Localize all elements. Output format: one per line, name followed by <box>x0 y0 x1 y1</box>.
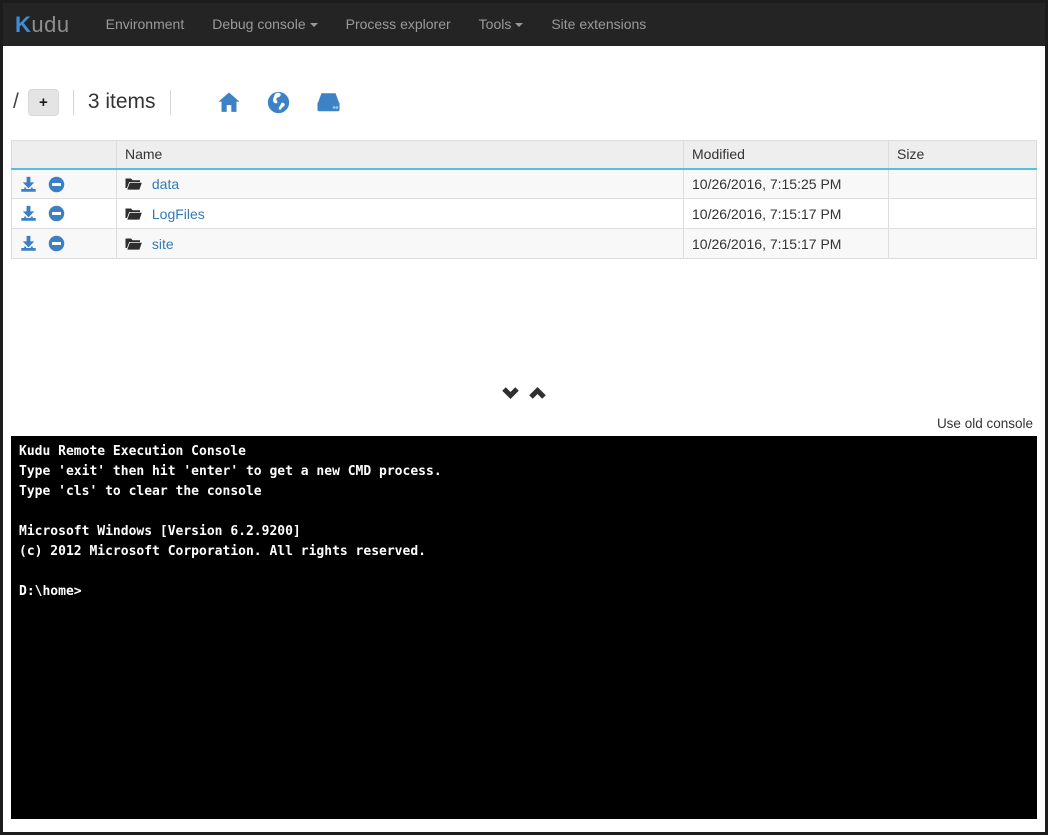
nav-item-process-explorer[interactable]: Process explorer <box>332 3 465 46</box>
delete-icon[interactable] <box>48 235 65 252</box>
file-browser-toolbar: / + 3 items <box>13 80 1045 124</box>
chevron-down-icon <box>310 23 318 27</box>
size-cell <box>889 169 1037 199</box>
table-row: data 10/26/2016, 7:15:25 PM <box>12 169 1037 199</box>
table-header-row: Name Modified Size <box>12 141 1037 169</box>
console-output: Kudu Remote Execution Console Type 'exit… <box>19 442 1029 602</box>
download-icon[interactable] <box>20 176 37 193</box>
modified-cell: 10/26/2016, 7:15:25 PM <box>684 169 889 199</box>
name-column-header: Name <box>117 141 684 169</box>
file-table: Name Modified Size <box>11 140 1037 259</box>
modified-cell: 10/26/2016, 7:15:17 PM <box>684 229 889 259</box>
modified-column-header: Modified <box>684 141 889 169</box>
nav-item-environment[interactable]: Environment <box>92 3 199 46</box>
table-row: site 10/26/2016, 7:15:17 PM <box>12 229 1037 259</box>
folder-link[interactable]: site <box>152 236 174 252</box>
file-table-wrap: Name Modified Size <box>11 140 1037 259</box>
actions-column-header <box>12 141 117 169</box>
download-icon[interactable] <box>20 205 37 222</box>
folder-icon <box>125 177 142 191</box>
size-cell <box>889 229 1037 259</box>
kudu-window: Kudu Environment Debug console Process e… <box>0 0 1048 835</box>
new-item-button[interactable]: + <box>28 89 59 116</box>
chevron-up-icon[interactable] <box>528 385 547 401</box>
chevron-down-icon[interactable] <box>501 385 520 401</box>
items-count-label: 3 items <box>88 90 156 114</box>
toolbar-icons <box>191 91 341 114</box>
size-cell <box>889 199 1037 229</box>
globe-icon[interactable] <box>267 91 290 114</box>
nav-item-tools[interactable]: Tools <box>465 3 538 46</box>
modified-cell: 10/26/2016, 7:15:17 PM <box>684 199 889 229</box>
top-navbar: Kudu Environment Debug console Process e… <box>3 3 1045 46</box>
folder-link[interactable]: data <box>152 176 179 192</box>
plus-icon: + <box>39 95 48 110</box>
chevron-down-icon <box>515 23 523 27</box>
delete-icon[interactable] <box>48 176 65 193</box>
nav-item-site-extensions[interactable]: Site extensions <box>537 3 660 46</box>
panel-splitter <box>3 385 1045 403</box>
command-console[interactable]: Kudu Remote Execution Console Type 'exit… <box>11 436 1037 819</box>
delete-icon[interactable] <box>48 205 65 222</box>
toolbar-divider <box>170 90 171 115</box>
nav-item-debug-console[interactable]: Debug console <box>198 3 331 46</box>
table-row: LogFiles 10/26/2016, 7:15:17 PM <box>12 199 1037 229</box>
folder-icon <box>125 207 142 221</box>
toolbar-divider <box>73 90 74 115</box>
download-icon[interactable] <box>20 235 37 252</box>
brand-rest: udu <box>31 12 69 37</box>
breadcrumb-root-link[interactable]: / <box>13 90 19 114</box>
folder-link[interactable]: LogFiles <box>152 206 205 222</box>
kudu-brand-link[interactable]: Kudu <box>15 12 70 38</box>
brand-letter: K <box>15 12 31 37</box>
home-icon[interactable] <box>217 91 241 114</box>
size-column-header: Size <box>889 141 1037 169</box>
drive-icon[interactable] <box>316 91 341 114</box>
use-old-console-link[interactable]: Use old console <box>937 416 1033 431</box>
console-header: Use old console <box>3 415 1033 432</box>
folder-icon <box>125 237 142 251</box>
